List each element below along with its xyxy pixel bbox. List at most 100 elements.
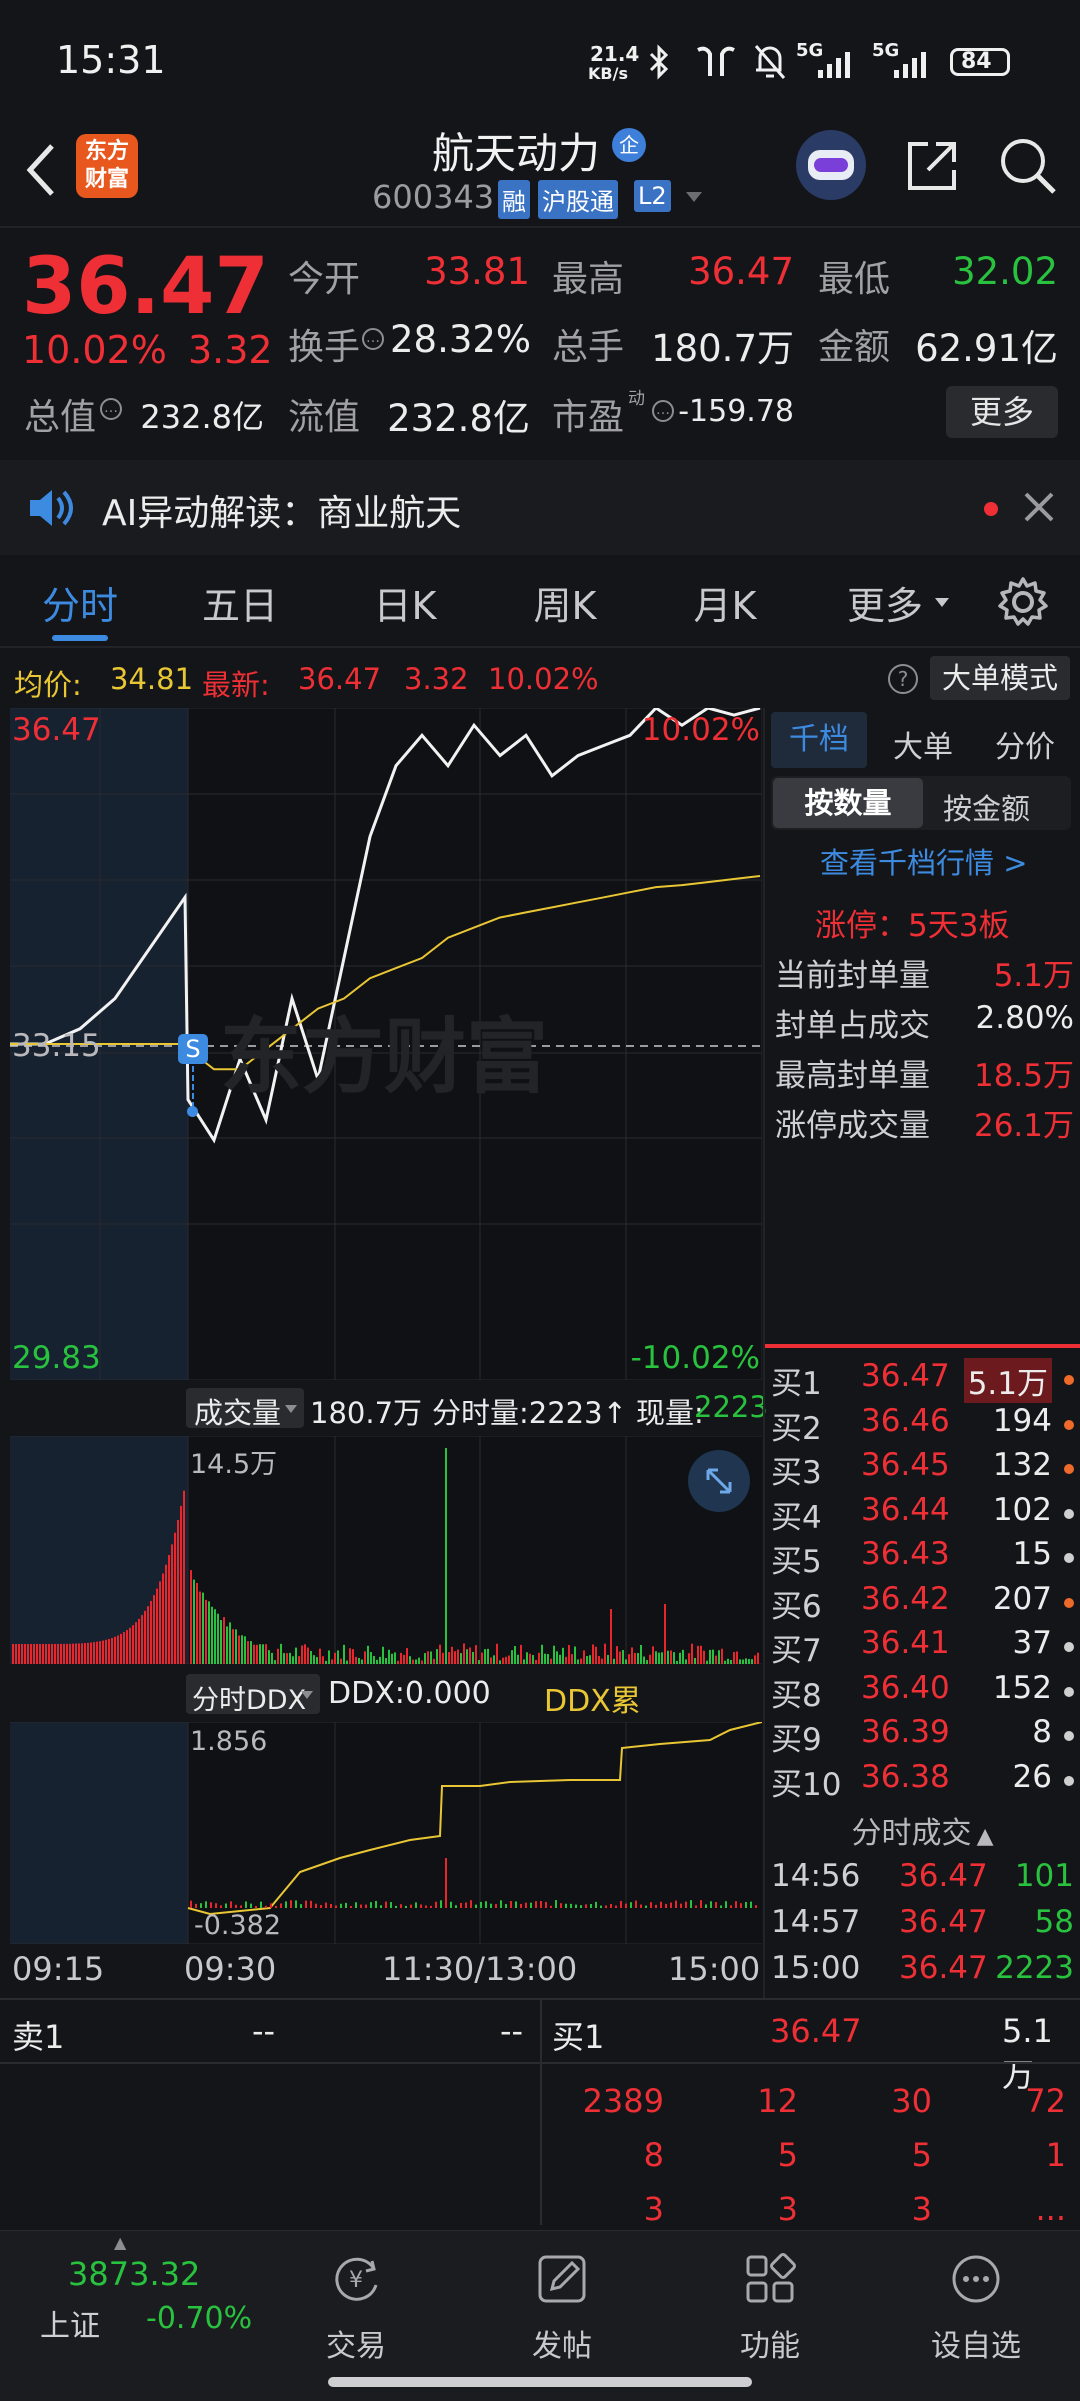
gear-icon[interactable] — [996, 575, 1050, 629]
search-icon[interactable] — [996, 134, 1060, 198]
more-button[interactable]: 更多 — [946, 386, 1058, 438]
volume-bar — [457, 1649, 459, 1664]
tab-intraday[interactable]: 分时 — [15, 575, 145, 630]
bid-level-label: 买1 — [771, 1366, 822, 1402]
index-name: 上证 — [40, 2309, 100, 2344]
volume-bar — [298, 1656, 300, 1664]
info-circle-icon[interactable]: … — [652, 400, 674, 422]
robot-avatar-icon[interactable] — [796, 130, 866, 200]
volume-bar — [226, 1626, 228, 1664]
bid-row[interactable]: 买9 36.39 8 — [765, 1714, 1080, 1758]
tab-price-dist[interactable]: 分价 — [995, 722, 1055, 766]
bid-price: 36.46 — [861, 1402, 950, 1439]
info-circle-icon[interactable]: … — [100, 398, 122, 420]
volume-indicator-select[interactable]: 成交量 — [186, 1388, 304, 1430]
ddx-bar — [250, 1903, 252, 1908]
nav-trade[interactable]: ¥ 交易 — [286, 2251, 426, 2365]
trades-header[interactable]: 分时成交 ▲ — [765, 1808, 1080, 1852]
volume-bar — [544, 1653, 546, 1664]
ddx-bar — [340, 1903, 342, 1908]
tab-thousand-levels[interactable]: 千档 — [771, 712, 867, 768]
pe-value: -159.78 — [678, 394, 794, 429]
index-ticker[interactable]: ▲ 3873.32 上证 -0.70% — [0, 2231, 270, 2344]
ddx-indicator-label: 分时DDX — [192, 1685, 307, 1716]
volume-bar — [727, 1658, 729, 1664]
thousand-levels-link[interactable]: 查看千档行情 > — [820, 840, 1028, 882]
bid-row[interactable]: 买7 36.41 37 — [765, 1625, 1080, 1669]
s-marker[interactable]: S — [178, 1034, 208, 1064]
tab-monthly-k[interactable]: 月K — [660, 575, 790, 630]
bid-row[interactable]: 买5 36.43 15 — [765, 1536, 1080, 1580]
sub-tab-by-amount[interactable]: 按金额 — [943, 786, 1030, 828]
volume-bar — [523, 1659, 525, 1664]
volume-bar — [60, 1643, 62, 1664]
open-value: 33.81 — [424, 250, 530, 293]
volume-bar — [232, 1629, 234, 1664]
ddx-bar — [325, 1902, 327, 1908]
volume-bar — [268, 1650, 270, 1664]
volume-bar — [108, 1638, 110, 1664]
help-icon[interactable]: ? — [888, 664, 918, 694]
nav-watchlist[interactable]: 设自选 — [906, 2251, 1046, 2365]
amount-label: 金额 — [818, 327, 891, 368]
tab-daily-k[interactable]: 日K — [340, 575, 470, 630]
ddx-chart[interactable]: 1.856 -0.382 — [10, 1722, 762, 1944]
volume-bar — [715, 1655, 717, 1664]
intraday-chart[interactable]: 东方财富 36.47 33.15 29.83 10.02% -10.02% S — [10, 708, 762, 1380]
big-order-mode-button[interactable]: 大单模式 — [930, 656, 1070, 700]
share-icon[interactable] — [902, 136, 962, 196]
index-value: 3873.32 — [68, 2255, 201, 2293]
volume-bar — [574, 1646, 576, 1664]
volume-bar — [580, 1658, 582, 1664]
volume-axis-label: 14.5万 — [190, 1449, 278, 1480]
limit-stat-label: 最高封单量 — [775, 1058, 930, 1094]
close-icon[interactable] — [1022, 490, 1056, 524]
ddx-bar — [445, 1858, 447, 1908]
expand-icon[interactable] — [688, 1450, 750, 1512]
bid-row[interactable]: 买8 36.40 152 — [765, 1670, 1080, 1714]
turnover-label: 换手 — [288, 327, 361, 368]
ddx-indicator-select[interactable]: 分时DDX — [186, 1674, 320, 1716]
volume-bar — [18, 1644, 20, 1664]
change-amount: 3.32 — [188, 328, 273, 372]
volume-bar — [262, 1644, 264, 1664]
info-circle-icon[interactable]: … — [362, 328, 384, 350]
bid-row[interactable]: 买1 36.47 5.1万 — [765, 1358, 1080, 1403]
volume-bar — [352, 1649, 354, 1664]
sub-tab-by-quantity[interactable]: 按数量 — [773, 778, 923, 828]
nav-post[interactable]: 发帖 — [492, 2251, 632, 2365]
bid-volume: 15 — [1012, 1536, 1052, 1572]
tab-five-day[interactable]: 五日 — [175, 575, 305, 630]
ddx-bar — [590, 1903, 592, 1908]
volume-bar — [703, 1650, 705, 1664]
volume-bar — [355, 1656, 357, 1664]
earbuds-icon — [697, 46, 735, 76]
volume-chart[interactable]: 14.5万 — [10, 1436, 762, 1664]
volume-bar — [12, 1644, 14, 1664]
dropdown-triangle-icon[interactable] — [684, 190, 704, 204]
bid-row[interactable]: 买3 36.45 132 — [765, 1447, 1080, 1491]
queue-cell: ... — [1035, 2190, 1066, 2228]
tab-big-order[interactable]: 大单 — [893, 722, 953, 766]
trade-volume: 58 — [1034, 1904, 1074, 1940]
volume-bar — [718, 1650, 720, 1664]
tab-more[interactable]: 更多 — [820, 575, 950, 630]
bid-row[interactable]: 买4 36.44 102 — [765, 1492, 1080, 1536]
nav-functions[interactable]: 功能 — [700, 2251, 840, 2365]
bid-row[interactable]: 买2 36.46 194 — [765, 1403, 1080, 1447]
nav-functions-label: 功能 — [740, 2329, 800, 2364]
volume-bar — [586, 1656, 588, 1664]
bid-row[interactable]: 买6 36.42 207 — [765, 1581, 1080, 1625]
status-time: 15:31 — [56, 38, 166, 82]
back-arrow-icon[interactable] — [22, 140, 62, 200]
chart-info-row: 均价: 34.81 最新: 36.47 3.32 10.02% ? 大单模式 — [0, 650, 1080, 706]
volume-bar — [373, 1655, 375, 1664]
tab-weekly-k[interactable]: 周K — [500, 575, 630, 630]
ai-banner[interactable]: AI异动解读：商业航天 — [0, 460, 1080, 555]
limit-stat-value: 2.80% — [975, 1000, 1074, 1036]
ddx-bar — [305, 1900, 307, 1908]
volume-bar — [376, 1659, 378, 1664]
bid-row[interactable]: 买10 36.38 26 — [765, 1759, 1080, 1803]
ddx-bar — [225, 1903, 227, 1908]
volume-bar — [400, 1652, 402, 1664]
